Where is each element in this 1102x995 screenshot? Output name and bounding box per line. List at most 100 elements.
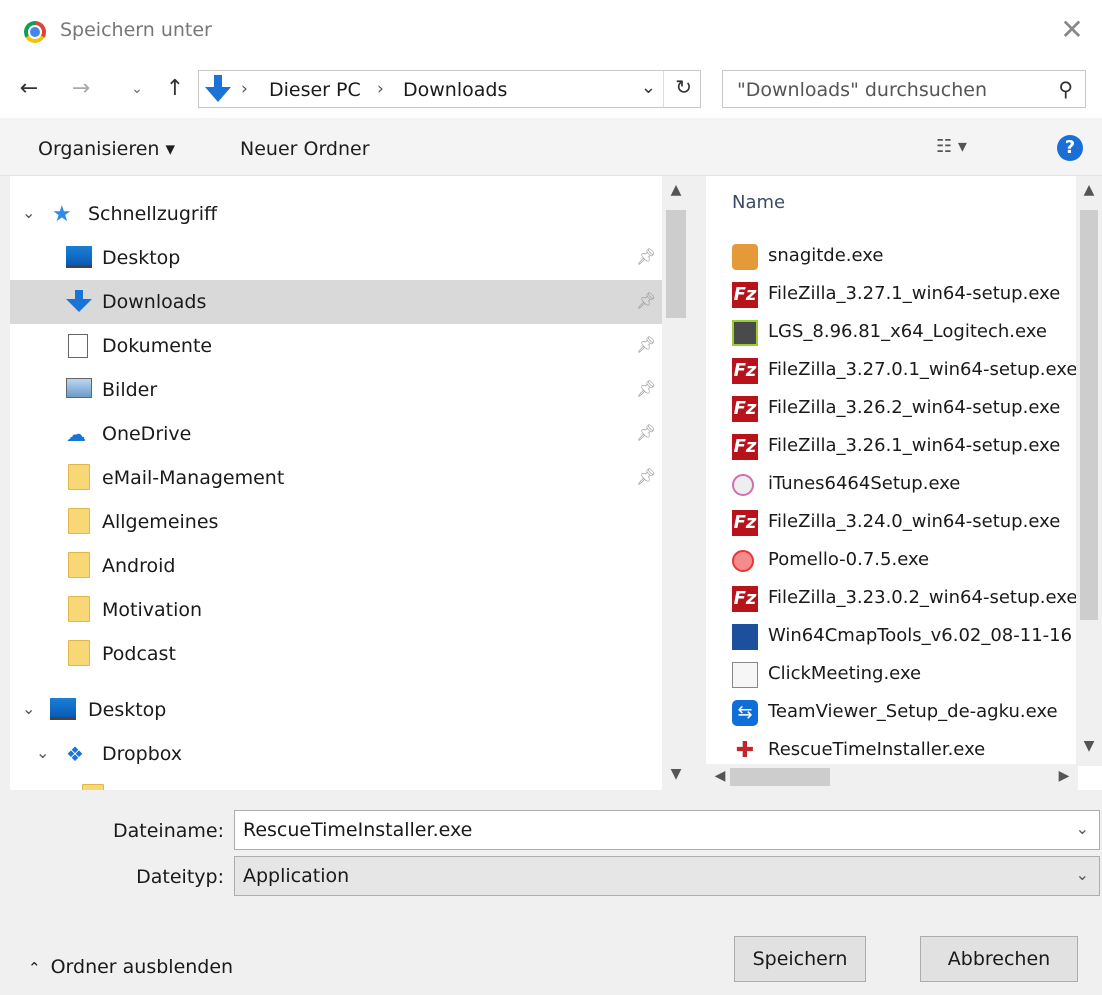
tree-item-motivation[interactable]: Motivation bbox=[10, 588, 662, 632]
scrollbar-thumb[interactable] bbox=[1080, 210, 1098, 620]
pin-icon[interactable]: 📌︎ bbox=[636, 423, 656, 442]
navigation-pane-scrollbar[interactable]: ▲ ▼ bbox=[662, 176, 690, 790]
logitech-icon bbox=[732, 320, 758, 346]
snagit-icon bbox=[732, 244, 758, 270]
cancel-button[interactable]: Abbrechen bbox=[920, 936, 1078, 982]
scrollbar-thumb[interactable] bbox=[666, 210, 686, 318]
breadcrumb-separator-icon: › bbox=[241, 79, 248, 99]
pin-icon[interactable]: 📌︎ bbox=[636, 291, 656, 310]
navigation-bar: ← → ⌄ ↑ › Dieser PC › Downloads ⌄ ↻ "Dow… bbox=[0, 62, 1102, 118]
pin-icon[interactable]: 📌︎ bbox=[636, 379, 656, 398]
save-button[interactable]: Speichern bbox=[734, 936, 866, 982]
back-arrow-icon[interactable]: ← bbox=[14, 72, 44, 106]
tree-item-dropbox[interactable]: ⌄ ❖ Dropbox bbox=[10, 732, 662, 776]
tree-item-android[interactable]: Android bbox=[10, 544, 662, 588]
tree-item-documents[interactable]: Dokumente 📌︎ bbox=[10, 324, 662, 368]
file-row[interactable]: Fz FileZilla_3.27.1_win64-setup.exe bbox=[728, 276, 1088, 314]
file-list-horizontal-scrollbar[interactable]: ◀ ▶ bbox=[706, 764, 1078, 790]
address-divider bbox=[663, 71, 664, 107]
file-row[interactable]: ⇆ TeamViewer_Setup_de-agku.exe bbox=[728, 694, 1088, 732]
file-row[interactable]: Pomello-0.7.5.exe bbox=[728, 542, 1088, 580]
file-row[interactable]: Fz FileZilla_3.27.0.1_win64-setup.exe bbox=[728, 352, 1088, 390]
address-dropdown-icon[interactable]: ⌄ bbox=[641, 77, 656, 98]
file-row[interactable]: Fz FileZilla_3.23.0.2_win64-setup.exe bbox=[728, 580, 1088, 618]
tree-item-label: Dropbox bbox=[102, 743, 183, 765]
tree-item-allgemeines[interactable]: Allgemeines bbox=[10, 500, 662, 544]
tree-item-podcast[interactable]: Podcast bbox=[10, 632, 662, 676]
filezilla-icon: Fz bbox=[732, 510, 758, 536]
file-row[interactable]: Fz FileZilla_3.26.1_win64-setup.exe bbox=[728, 428, 1088, 466]
filezilla-icon: Fz bbox=[732, 434, 758, 460]
tree-item-label: Bilder bbox=[102, 379, 158, 401]
file-row[interactable]: Fz FileZilla_3.26.2_win64-setup.exe bbox=[728, 390, 1088, 428]
file-list-scrollbar[interactable]: ▲ ▼ bbox=[1076, 176, 1102, 766]
file-row[interactable]: snagitde.exe bbox=[728, 238, 1088, 276]
new-folder-button[interactable]: Neuer Ordner bbox=[240, 138, 370, 160]
chrome-icon bbox=[24, 21, 46, 43]
tree-item-label: Schnellzugriff bbox=[88, 203, 218, 225]
filename-value[interactable]: RescueTimeInstaller.exe bbox=[243, 819, 472, 841]
filename-field[interactable]: RescueTimeInstaller.exe ⌄ bbox=[234, 810, 1100, 850]
tree-item-partial[interactable] bbox=[10, 776, 662, 790]
filetype-select[interactable]: Application ⌄ bbox=[234, 856, 1100, 896]
search-box[interactable]: "Downloads" durchsuchen ⚲ bbox=[722, 70, 1086, 108]
tree-item-onedrive[interactable]: ☁ OneDrive 📌︎ bbox=[10, 412, 662, 456]
scrollbar-thumb[interactable] bbox=[730, 768, 830, 786]
organize-menu-button[interactable]: Organisieren ▾ bbox=[38, 138, 175, 160]
chevron-down-icon[interactable]: ⌄ bbox=[22, 699, 35, 718]
navigation-pane: ⌄ ★ Schnellzugriff Desktop 📌︎ Downloads … bbox=[10, 176, 690, 790]
recent-locations-chevron-icon[interactable]: ⌄ bbox=[122, 72, 152, 106]
file-row[interactable]: Fz FileZilla_3.24.0_win64-setup.exe bbox=[728, 504, 1088, 542]
file-row[interactable]: iTunes6464Setup.exe bbox=[728, 466, 1088, 504]
desktop-icon bbox=[50, 698, 76, 720]
breadcrumb-downloads[interactable]: Downloads bbox=[403, 79, 507, 101]
column-header-name[interactable]: Name bbox=[732, 192, 785, 213]
forward-arrow-icon[interactable]: → bbox=[66, 72, 96, 106]
pin-icon[interactable]: 📌︎ bbox=[636, 467, 656, 486]
up-arrow-icon[interactable]: ↑ bbox=[160, 72, 190, 106]
chevron-down-icon[interactable]: ⌄ bbox=[1076, 819, 1089, 838]
pin-icon[interactable]: 📌︎ bbox=[636, 335, 656, 354]
scroll-up-icon[interactable]: ▲ bbox=[662, 182, 690, 198]
scroll-up-icon[interactable]: ▲ bbox=[1075, 182, 1102, 198]
tree-item-quick-access[interactable]: ⌄ ★ Schnellzugriff bbox=[10, 192, 662, 236]
tree-item-email-management[interactable]: eMail-Management 📌︎ bbox=[10, 456, 662, 500]
search-icon[interactable]: ⚲ bbox=[1058, 77, 1073, 101]
address-bar[interactable]: › Dieser PC › Downloads ⌄ ↻ bbox=[198, 70, 701, 108]
hide-folders-toggle[interactable]: ⌃ Ordner ausblenden bbox=[28, 956, 233, 978]
tree-item-desktop-root[interactable]: ⌄ Desktop bbox=[10, 688, 662, 732]
cmaptools-icon bbox=[732, 624, 758, 650]
hide-folders-label: Ordner ausblenden bbox=[50, 956, 234, 978]
chevron-down-icon[interactable]: ⌄ bbox=[22, 203, 35, 222]
scroll-right-icon[interactable]: ▶ bbox=[1050, 768, 1078, 784]
window-title: Speichern unter bbox=[60, 19, 212, 41]
file-name: ClickMeeting.exe bbox=[768, 663, 922, 684]
chevron-up-icon: ⌃ bbox=[28, 959, 41, 977]
breadcrumb-separator-icon: › bbox=[377, 79, 384, 99]
tree-item-label: eMail-Management bbox=[102, 467, 285, 489]
chevron-down-icon[interactable]: ⌄ bbox=[36, 743, 49, 762]
file-row[interactable]: Win64CmapTools_v6.02_08-11-16 bbox=[728, 618, 1088, 656]
scroll-down-icon[interactable]: ▼ bbox=[662, 766, 690, 782]
close-icon[interactable]: ✕ bbox=[1056, 14, 1088, 46]
tree-item-label: Desktop bbox=[88, 699, 167, 721]
pin-icon[interactable]: 📌︎ bbox=[636, 247, 656, 266]
tree-item-label: OneDrive bbox=[102, 423, 192, 445]
tree-item-desktop[interactable]: Desktop 📌︎ bbox=[10, 236, 662, 280]
view-options-icon[interactable]: ☷ ▾ bbox=[936, 136, 967, 157]
file-row[interactable]: ClickMeeting.exe bbox=[728, 656, 1088, 694]
tree-item-pictures[interactable]: Bilder 📌︎ bbox=[10, 368, 662, 412]
file-name: RescueTimeInstaller.exe bbox=[768, 739, 986, 760]
help-icon[interactable]: ? bbox=[1057, 135, 1083, 161]
tree-item-label: Motivation bbox=[102, 599, 203, 621]
breadcrumb-this-pc[interactable]: Dieser PC bbox=[269, 79, 361, 101]
search-input[interactable]: "Downloads" durchsuchen bbox=[737, 79, 987, 101]
itunes-icon bbox=[732, 474, 754, 496]
refresh-icon[interactable]: ↻ bbox=[675, 75, 692, 99]
file-row[interactable]: LGS_8.96.81_x64_Logitech.exe bbox=[728, 314, 1088, 352]
folder-icon bbox=[68, 464, 90, 490]
tree-item-downloads[interactable]: Downloads 📌︎ bbox=[10, 280, 662, 324]
chevron-down-icon[interactable]: ⌄ bbox=[1076, 865, 1089, 884]
scroll-down-icon[interactable]: ▼ bbox=[1075, 738, 1102, 754]
desktop-icon bbox=[66, 246, 92, 268]
